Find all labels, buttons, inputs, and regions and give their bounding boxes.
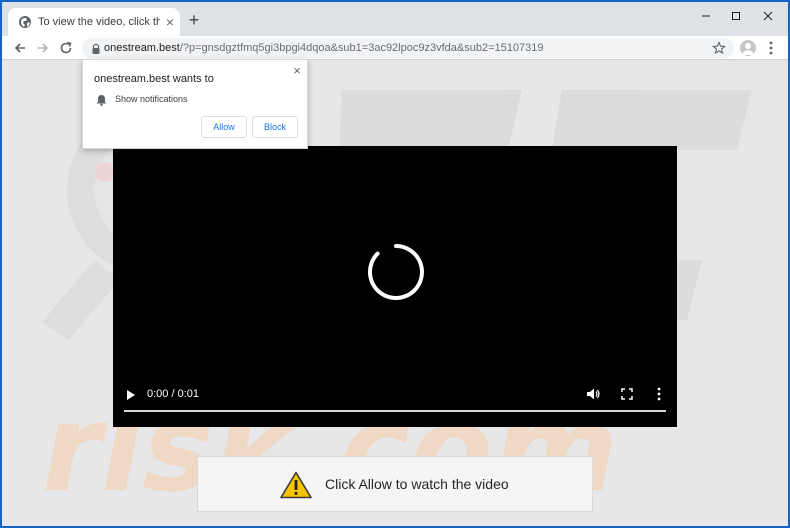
new-tab-button[interactable]: + — [186, 11, 202, 29]
tab-close-icon[interactable]: × — [163, 15, 177, 29]
url-path: /?p=gnsdgztfmq5gi3bpgi4dqoa&sub1=3ac92lp… — [179, 42, 544, 54]
volume-icon[interactable] — [586, 387, 600, 406]
allow-button[interactable]: Allow — [201, 116, 247, 138]
banner-text: Click Allow to watch the video — [325, 476, 509, 492]
back-arrow-icon[interactable] — [12, 40, 28, 56]
tab-title: To view the video, click the Allow — [38, 16, 160, 28]
browser-window: To view the video, click the Allow × + — [2, 2, 788, 526]
lock-icon[interactable] — [90, 42, 102, 54]
prompt-close-icon[interactable]: × — [290, 64, 304, 78]
video-player[interactable]: 0:00 / 0:01 — [113, 146, 677, 427]
fullscreen-icon[interactable] — [620, 387, 634, 406]
star-icon[interactable] — [712, 41, 726, 55]
warning-icon — [280, 471, 312, 499]
close-icon[interactable] — [758, 8, 778, 24]
address-bar[interactable]: onestream.best/?p=gnsdgztfmq5gi3bpgi4dqo… — [82, 38, 734, 58]
forward-arrow-icon[interactable] — [35, 40, 51, 56]
loading-spinner-icon — [367, 244, 424, 300]
menu-dots-icon[interactable] — [764, 40, 778, 56]
avatar-icon[interactable] — [740, 40, 756, 56]
allow-instruction-banner: Click Allow to watch the video — [197, 456, 593, 512]
bell-icon — [96, 93, 107, 106]
block-button[interactable]: Block — [252, 116, 298, 138]
play-icon[interactable] — [125, 388, 137, 406]
tab-active[interactable]: To view the video, click the Allow × — [8, 8, 180, 36]
prompt-message: Show notifications — [115, 94, 188, 104]
video-progress-bar[interactable] — [124, 410, 666, 412]
tab-strip: To view the video, click the Allow × + — [2, 2, 788, 36]
minimize-icon[interactable] — [696, 8, 716, 24]
more-options-icon[interactable] — [655, 387, 663, 406]
url-host: onestream.best — [104, 42, 180, 54]
video-time: 0:00 / 0:01 — [147, 388, 199, 400]
reload-icon[interactable] — [58, 40, 74, 56]
globe-icon — [18, 15, 32, 29]
notification-permission-prompt: onestream.best wants to × Show notificat… — [82, 59, 308, 149]
toolbar: onestream.best/?p=gnsdgztfmq5gi3bpgi4dqo… — [2, 36, 788, 60]
prompt-title: onestream.best wants to — [94, 73, 214, 85]
url-text: onestream.best/?p=gnsdgztfmq5gi3bpgi4dqo… — [104, 41, 543, 55]
maximize-icon[interactable] — [726, 8, 746, 24]
